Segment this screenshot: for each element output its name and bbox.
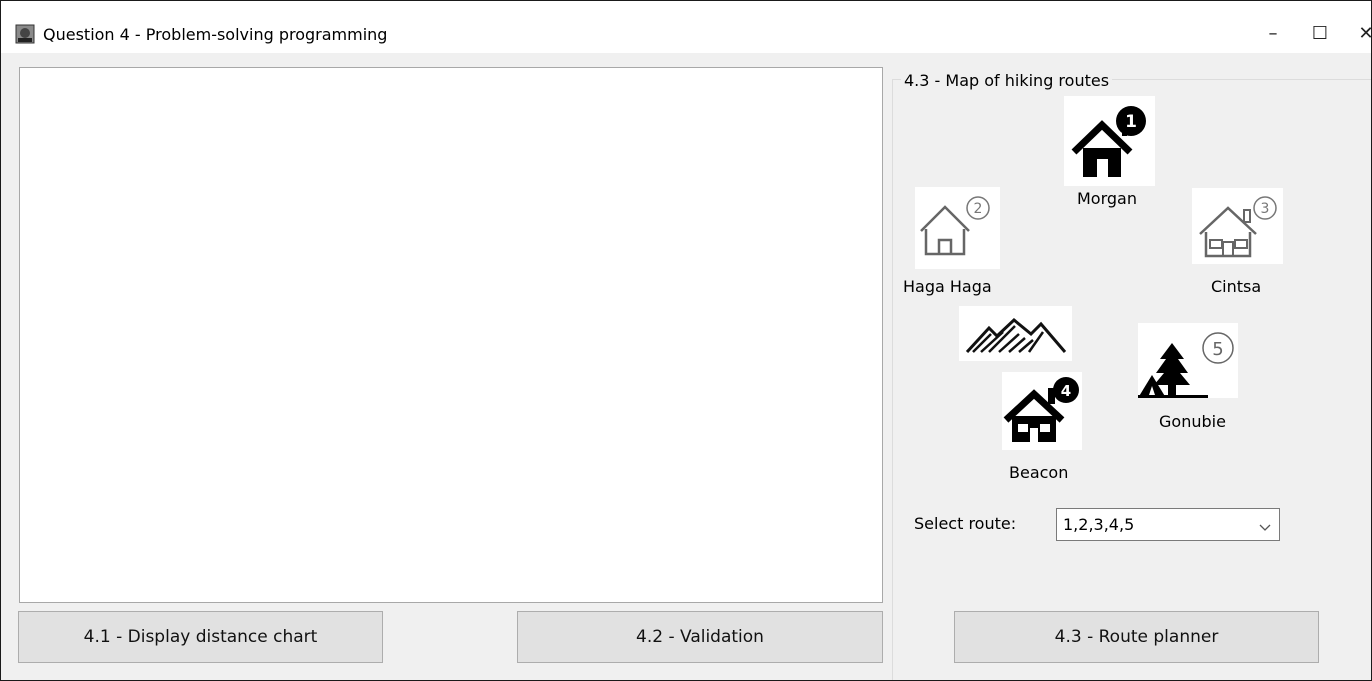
place-number-badge: 4 <box>1061 382 1071 400</box>
place-label-beacon: Beacon <box>1009 463 1069 482</box>
chevron-down-icon <box>1259 518 1271 537</box>
house-icon: 1 <box>1064 96 1155 186</box>
place-label-cintsa: Cintsa <box>1211 277 1262 296</box>
select-route-label: Select route: <box>914 514 1017 533</box>
house-icon: 4 <box>1002 372 1082 450</box>
maximize-button[interactable]: ☐ <box>1298 11 1342 55</box>
display-distance-chart-button[interactable]: 4.1 - Display distance chart <box>18 611 383 663</box>
place-number-badge: 5 <box>1212 339 1223 360</box>
place-number-badge: 3 <box>1261 201 1270 217</box>
app-window: Question 4 - Problem-solving programming… <box>0 0 1372 681</box>
route-planner-button[interactable]: 4.3 - Route planner <box>954 611 1319 663</box>
app-icon <box>15 24 35 44</box>
place-number-badge: 2 <box>974 201 983 217</box>
output-panel[interactable] <box>19 67 883 603</box>
house-outline-icon: 2 <box>915 187 1000 269</box>
tent-tree-icon: 5 <box>1138 323 1238 398</box>
house-outline-icon: 3 <box>1192 188 1283 264</box>
window-title: Question 4 - Problem-solving programming <box>43 25 388 44</box>
mountains-icon <box>959 306 1072 361</box>
validation-button[interactable]: 4.2 - Validation <box>517 611 883 663</box>
place-label-gonubie: Gonubie <box>1159 412 1226 431</box>
place-number-badge: 1 <box>1125 112 1137 132</box>
close-button[interactable]: ✕ <box>1344 11 1371 55</box>
route-select-value: 1,2,3,4,5 <box>1063 515 1135 534</box>
map-group-title: 4.3 - Map of hiking routes <box>901 71 1113 90</box>
minimize-button[interactable]: – <box>1251 11 1295 55</box>
route-select[interactable]: 1,2,3,4,5 <box>1056 508 1280 541</box>
place-label-morgan: Morgan <box>1077 189 1137 208</box>
place-label-haga-haga: Haga Haga <box>903 277 992 296</box>
title-bar[interactable]: Question 4 - Problem-solving programming… <box>1 1 1371 53</box>
